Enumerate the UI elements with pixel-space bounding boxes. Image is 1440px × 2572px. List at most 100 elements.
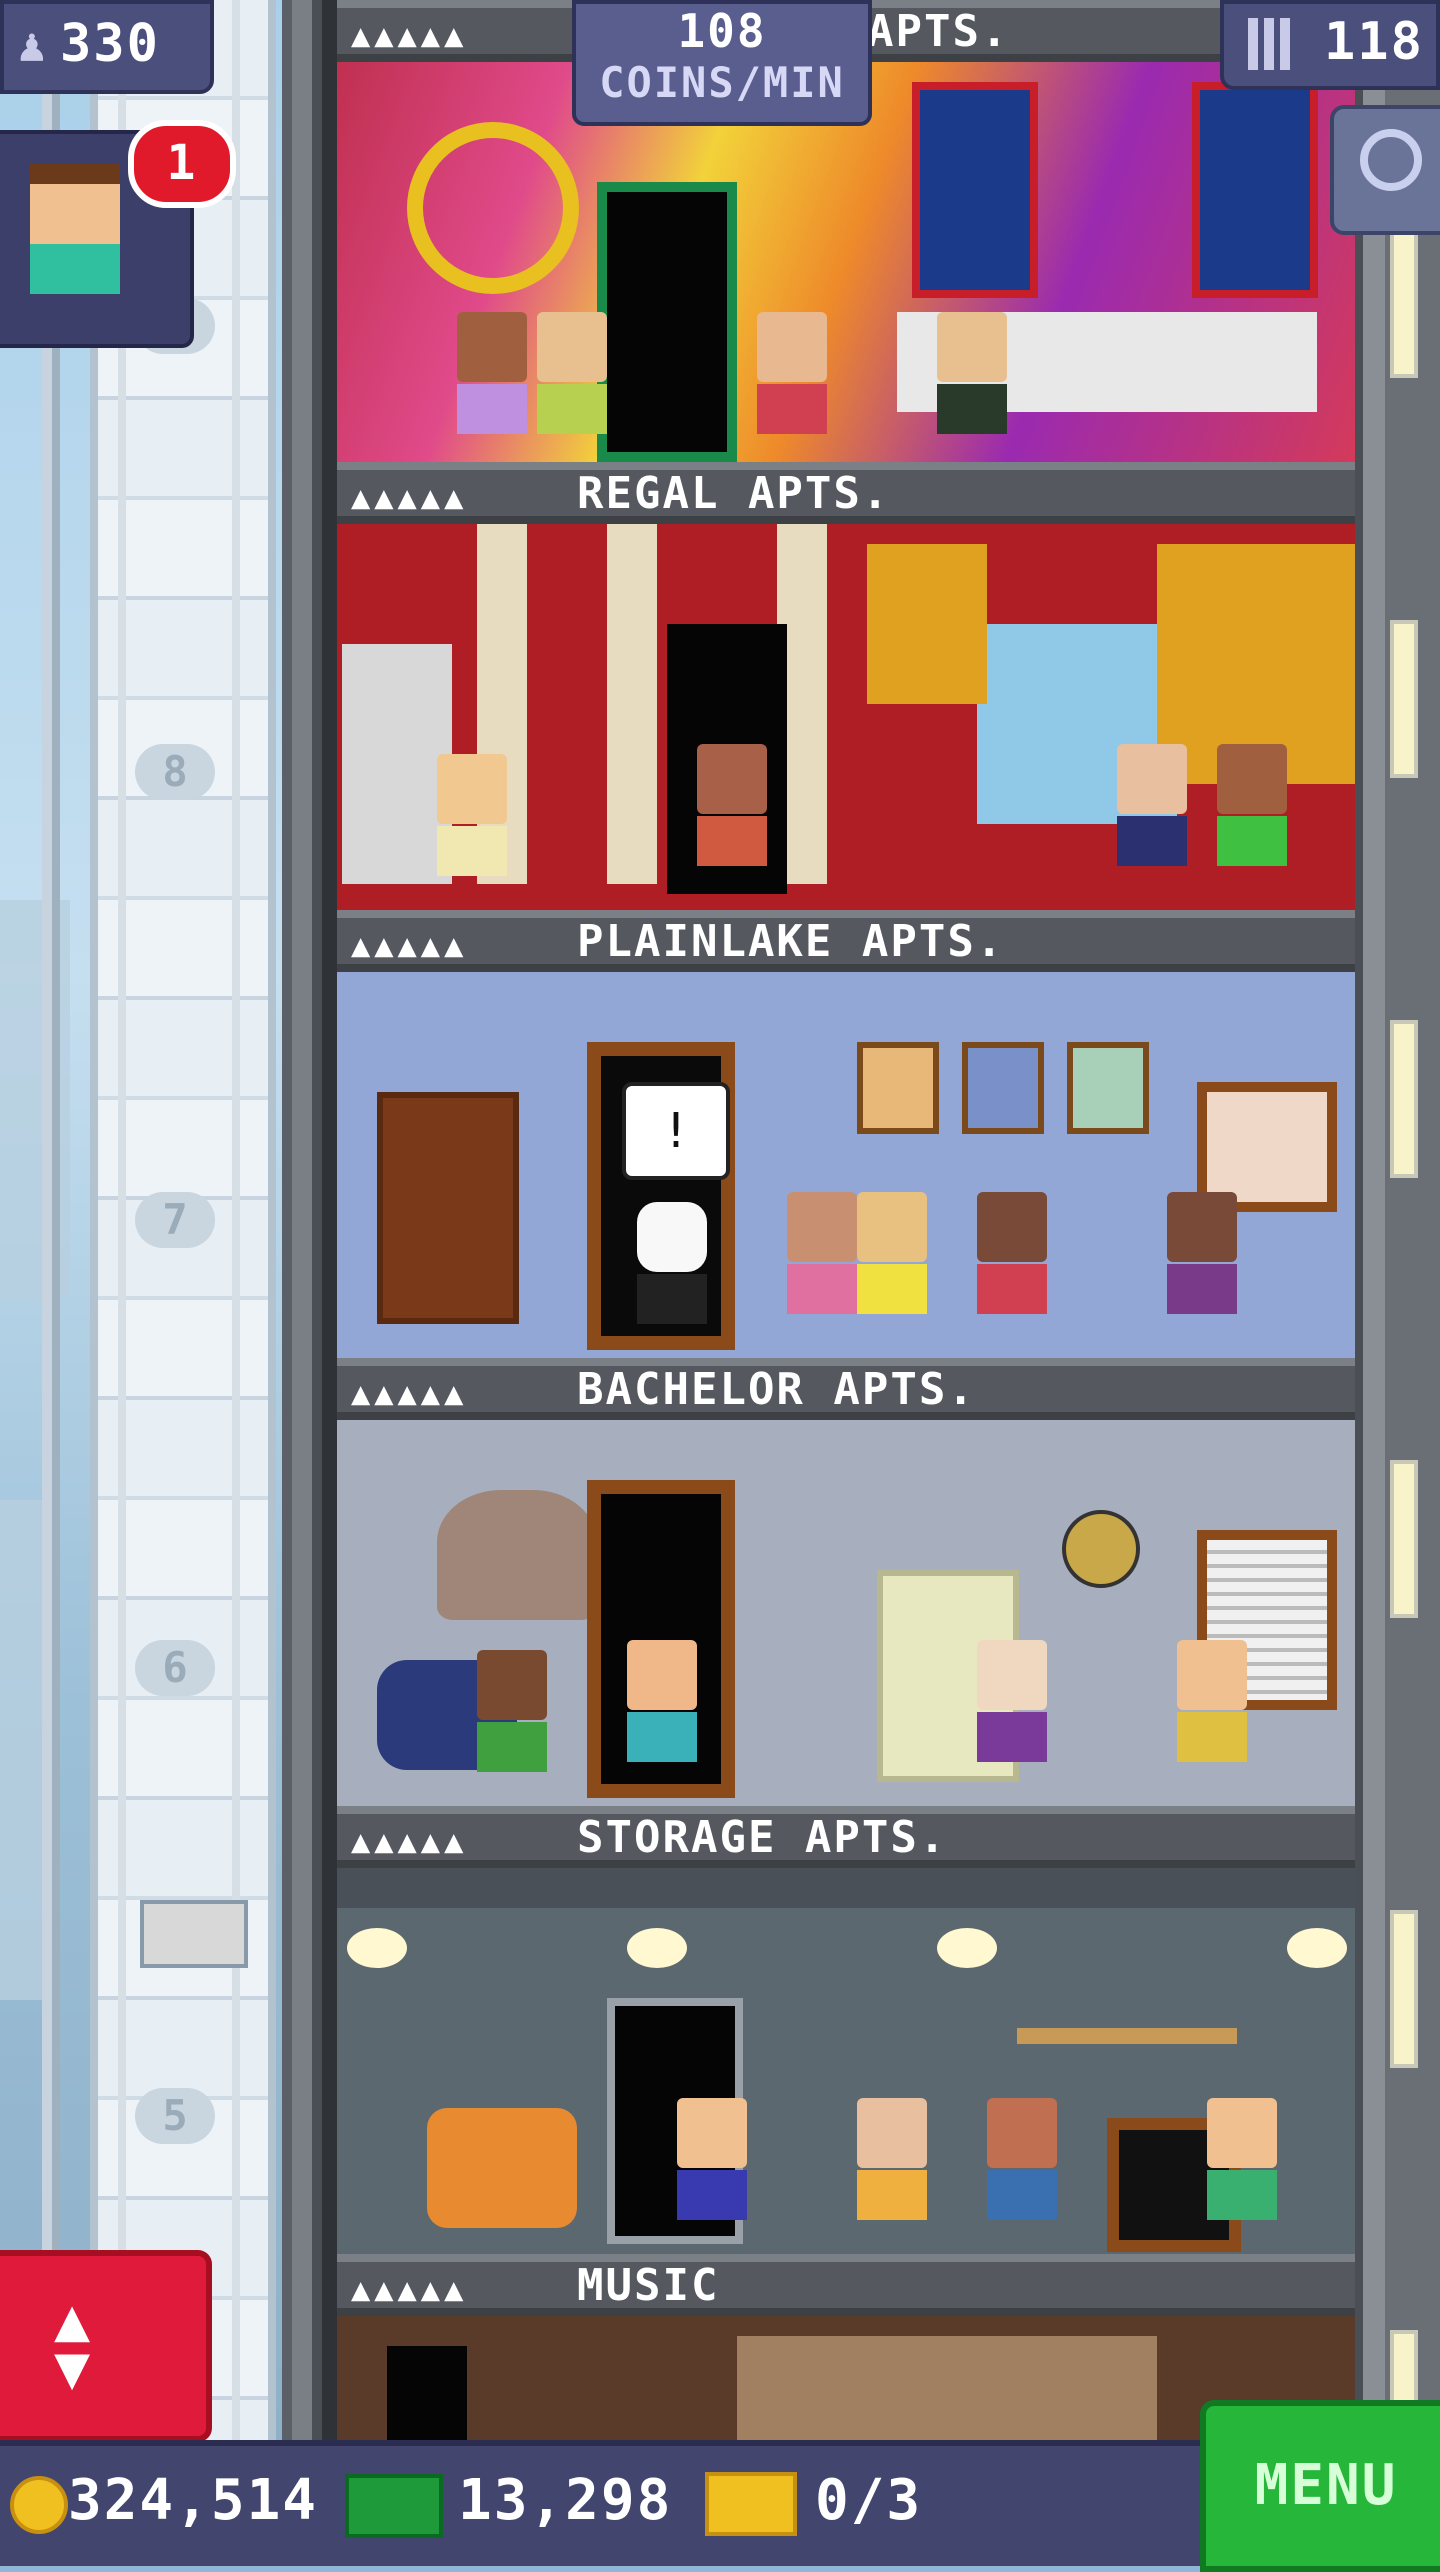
room-interior xyxy=(337,1868,1355,2254)
room-interior xyxy=(337,1420,1355,1806)
resident[interactable] xyxy=(437,754,507,876)
floor-storage-apts[interactable]: ▲▲▲▲▲ STORAGE APTS. xyxy=(337,1806,1355,2254)
stage-curtain xyxy=(737,2336,1157,2440)
resident[interactable] xyxy=(977,1192,1047,1314)
notification-badge: 1 xyxy=(128,120,236,208)
menu-button[interactable]: MENU xyxy=(1200,2400,1440,2572)
population-icon: ♟ xyxy=(18,18,48,72)
search-button[interactable] xyxy=(1330,105,1440,235)
coins-value: 324,514 xyxy=(68,2468,319,2533)
floor-stars: ▲▲▲▲▲ xyxy=(351,1822,468,1860)
floor-header: ▲▲▲▲▲ PLAINLAKE APTS. xyxy=(337,910,1355,972)
floor-stars: ▲▲▲▲▲ xyxy=(351,1374,468,1412)
population-counter[interactable]: ♟ 330 xyxy=(0,0,214,94)
up-down-arrows-icon: ▲ ▼ xyxy=(54,2285,91,2403)
elevator-floor-number: 8 xyxy=(135,744,215,800)
elevator-rail xyxy=(118,0,126,2440)
elevator-car[interactable] xyxy=(140,1900,248,1968)
resident[interactable] xyxy=(1177,1640,1247,1762)
armchair xyxy=(427,2108,577,2228)
resident[interactable] xyxy=(1167,1192,1237,1314)
elevator-floor-number: 5 xyxy=(135,2088,215,2144)
resident[interactable] xyxy=(477,1650,547,1772)
resident[interactable] xyxy=(977,1640,1047,1762)
bookshelf xyxy=(377,1092,519,1324)
floor-stars: ▲▲▲▲▲ xyxy=(351,2270,468,2308)
peace-sign-icon xyxy=(407,122,579,294)
floor-regal-apts[interactable]: ▲▲▲▲▲ REGAL APTS. xyxy=(337,462,1355,910)
floor-stars: ▲▲▲▲▲ xyxy=(351,926,468,964)
ticket-icon xyxy=(705,2472,797,2536)
curtain xyxy=(867,544,987,704)
building-icon xyxy=(1248,18,1292,70)
wall-light xyxy=(1390,220,1418,378)
resident[interactable] xyxy=(857,2098,927,2220)
column xyxy=(607,524,657,884)
ceiling-lamp xyxy=(937,1928,997,1968)
resident[interactable] xyxy=(787,1192,857,1314)
wall-light xyxy=(1390,620,1418,778)
floor-stars: ▲▲▲▲▲ xyxy=(351,478,468,516)
resident[interactable] xyxy=(677,2098,747,2220)
coin-icon xyxy=(10,2476,68,2534)
population-value: 330 xyxy=(60,14,160,74)
floor-name: PLAINLAKE APTS. xyxy=(577,916,1005,967)
resident[interactable] xyxy=(457,312,527,434)
tickets-value: 0/3 xyxy=(815,2468,923,2533)
floor-plainlake-apts[interactable]: ▲▲▲▲▲ PLAINLAKE APTS. ! xyxy=(337,910,1355,1358)
elevator-floor-number: 7 xyxy=(135,1192,215,1248)
dead-plant xyxy=(437,1490,597,1620)
floor-counter[interactable]: 118 xyxy=(1220,0,1440,90)
visitor-avatar xyxy=(30,164,120,314)
resident[interactable] xyxy=(1207,2098,1277,2220)
resident[interactable] xyxy=(987,2098,1057,2220)
elevator-button[interactable]: ▲ ▼ xyxy=(0,2250,212,2442)
floor-name: APTS. xyxy=(867,6,1010,57)
ceiling-lamp xyxy=(347,1928,407,1968)
room-interior xyxy=(337,524,1355,910)
elevator-floor-number: 6 xyxy=(135,1640,215,1696)
floor-count-value: 118 xyxy=(1324,12,1424,72)
door xyxy=(387,2346,467,2440)
resident[interactable] xyxy=(1217,744,1287,866)
coins-per-min-label: COINS/MIN xyxy=(599,58,845,107)
floor-header: ▲▲▲▲▲ BACHELOR APTS. xyxy=(337,1358,1355,1420)
search-icon xyxy=(1360,129,1422,191)
floor-stars: ▲▲▲▲▲ xyxy=(351,16,468,54)
dartboard xyxy=(1062,1510,1140,1588)
union-flag-decoration xyxy=(1192,82,1318,298)
coins-per-min-value: 108 xyxy=(677,4,767,58)
resident[interactable] xyxy=(627,1640,697,1762)
ceiling-pipe xyxy=(337,1868,1355,1908)
tower-frame-left xyxy=(282,0,337,2440)
resident[interactable] xyxy=(537,312,607,434)
floor-name: BACHELOR APTS. xyxy=(577,1364,976,1415)
resident[interactable] xyxy=(1117,744,1187,866)
picture-frame xyxy=(857,1042,939,1134)
resident[interactable] xyxy=(697,744,767,866)
ceiling-lamp xyxy=(1287,1928,1347,1968)
wall-light xyxy=(1390,1460,1418,1618)
union-flag-decoration xyxy=(912,82,1038,298)
wall-shelf xyxy=(1017,2028,1237,2044)
resident[interactable] xyxy=(637,1202,707,1324)
coins-per-min-display: 108 COINS/MIN xyxy=(572,0,872,126)
room-interior: ! xyxy=(337,972,1355,1358)
statue xyxy=(342,644,452,884)
door xyxy=(597,182,737,462)
picture-frame xyxy=(1067,1042,1149,1134)
picture-frame xyxy=(962,1042,1044,1134)
floor-name: MUSIC xyxy=(577,2260,720,2311)
speech-bubble: ! xyxy=(622,1082,730,1180)
bux-icon xyxy=(345,2474,443,2538)
wall-light xyxy=(1390,1020,1418,1178)
floor-bachelor-apts[interactable]: ▲▲▲▲▲ BACHELOR APTS. xyxy=(337,1358,1355,1806)
ceiling-lamp xyxy=(627,1928,687,1968)
resident[interactable] xyxy=(937,312,1007,434)
resident[interactable] xyxy=(757,312,827,434)
elevator-rail xyxy=(232,0,240,2440)
resident[interactable] xyxy=(857,1192,927,1314)
bux-value: 13,298 xyxy=(458,2468,673,2533)
wall-light xyxy=(1390,1910,1418,2068)
floor-header: ▲▲▲▲▲ REGAL APTS. xyxy=(337,462,1355,524)
